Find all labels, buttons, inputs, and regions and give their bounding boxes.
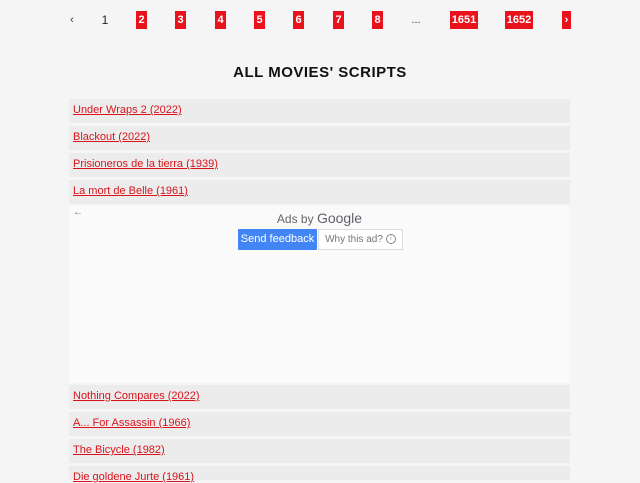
movie-link[interactable]: La mort de Belle (1961) (73, 185, 188, 197)
movie-list-item: The Bicycle (1982) (69, 439, 570, 463)
google-logo-text: Google (316, 210, 363, 226)
page-link-1652[interactable]: 1652 (505, 11, 533, 29)
ads-by-label: Ads by (276, 212, 314, 226)
movie-link[interactable]: Die goldene Jurte (1961) (73, 471, 194, 483)
pagination-ellipsis: ... (411, 14, 421, 26)
why-this-ad-label: Why this ad? (325, 234, 383, 245)
movie-link[interactable]: The Bicycle (1982) (73, 444, 165, 456)
why-this-ad-button[interactable]: Why this ad? i (318, 229, 403, 250)
page-title: ALL MOVIES' SCRIPTS (233, 64, 407, 81)
movie-list-item: La mort de Belle (1961) (69, 180, 570, 204)
current-page: 1 (101, 13, 109, 27)
next-page-arrow[interactable]: › (562, 11, 571, 29)
prev-page-arrow[interactable]: ‹ (67, 11, 77, 29)
movie-list-item: Under Wraps 2 (2022) (69, 99, 570, 123)
movie-list-item: A... For Assassin (1966) (69, 412, 570, 436)
movie-link[interactable]: A... For Assassin (1966) (73, 417, 190, 429)
page-link-2[interactable]: 2 (136, 11, 147, 29)
movie-list-item: Blackout (2022) (69, 126, 570, 150)
info-icon: i (385, 234, 396, 245)
movie-list-item: Die goldene Jurte (1961) (69, 466, 570, 483)
pagination: ‹ 1 2 3 4 5 6 7 8 ... 1651 1652 › (0, 11, 640, 29)
send-feedback-button[interactable]: Send feedback (238, 229, 317, 250)
page-link-6[interactable]: 6 (293, 11, 304, 29)
page-link-3[interactable]: 3 (175, 11, 186, 29)
page-link-7[interactable]: 7 (333, 11, 344, 29)
ads-by-google: Ads by Google (69, 210, 570, 226)
page-link-4[interactable]: 4 (215, 11, 226, 29)
page-link-1651[interactable]: 1651 (450, 11, 478, 29)
movie-link[interactable]: Blackout (2022) (73, 131, 150, 143)
movie-list-item: Prisioneros de la tierra (1939) (69, 153, 570, 177)
movie-list-item: Nothing Compares (2022) (69, 385, 570, 409)
movie-link[interactable]: Under Wraps 2 (2022) (73, 104, 182, 116)
page-link-5[interactable]: 5 (254, 11, 265, 29)
ad-container: ← Ads by Google Send feedback Why this a… (69, 206, 570, 383)
movie-link[interactable]: Nothing Compares (2022) (73, 390, 200, 402)
page-link-8[interactable]: 8 (372, 11, 383, 29)
movie-link[interactable]: Prisioneros de la tierra (1939) (73, 158, 218, 170)
